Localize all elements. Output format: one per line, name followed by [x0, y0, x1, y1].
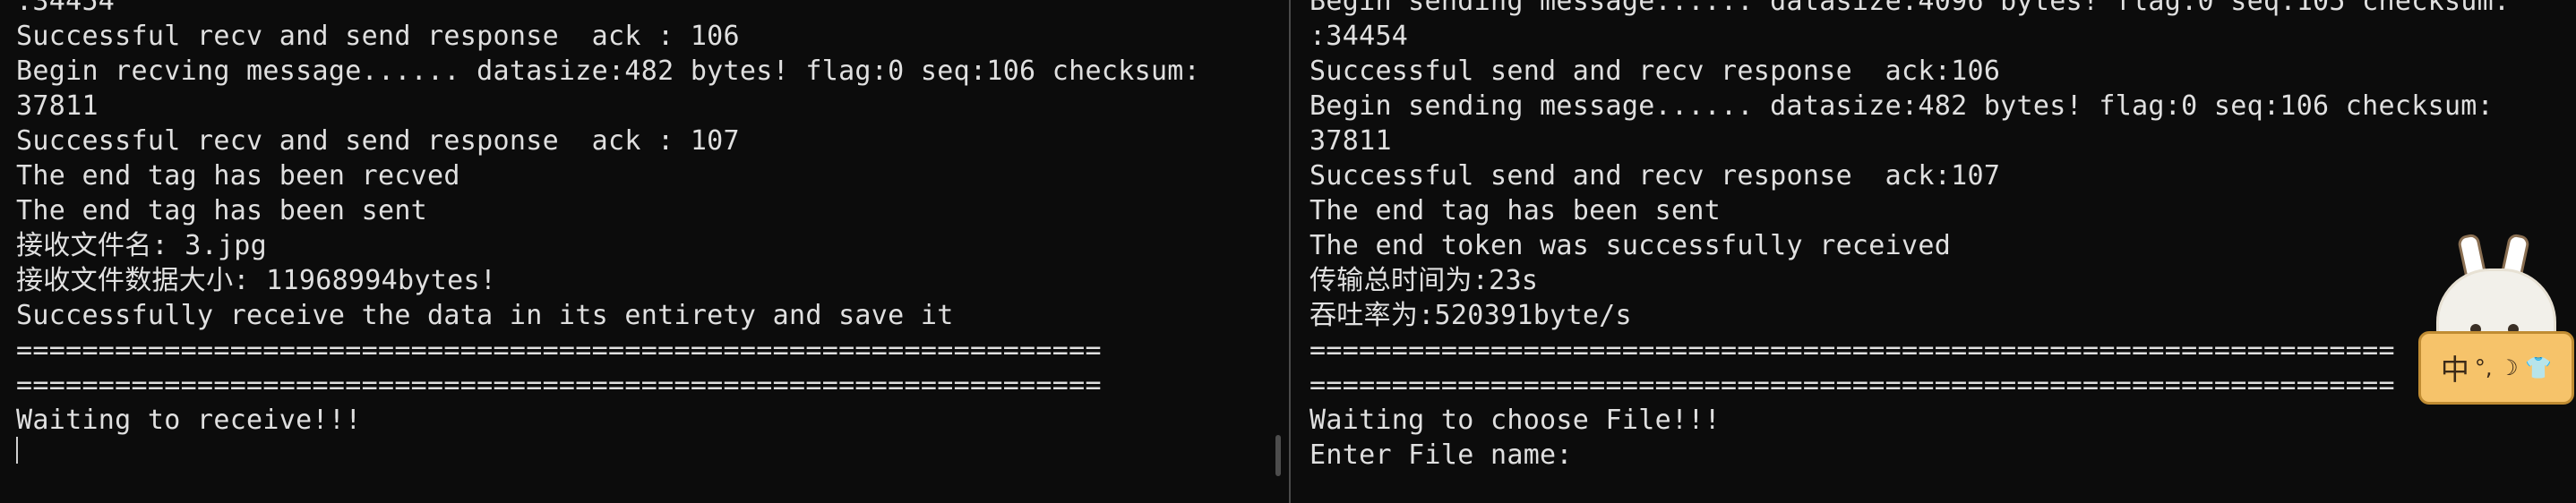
terminal-screen: :34454 Successful recv and send response…	[0, 0, 2576, 503]
ime-status-bar[interactable]: 中 °, ☽ 👕	[2418, 331, 2574, 405]
terminal-line: 37811	[16, 90, 99, 122]
terminal-line: 传输总时间为:23s	[1309, 265, 1539, 296]
pane-divider[interactable]	[1286, 0, 1293, 503]
separator-line: ========================================…	[16, 335, 1102, 366]
ime-symbols: °, ☽ 👕	[2474, 355, 2553, 380]
terminal-line: 37811	[1309, 125, 1392, 157]
terminal-line: Successful recv and send response ack : …	[16, 21, 740, 52]
terminal-line: 接收文件数据大小: 11968994bytes!	[16, 265, 497, 296]
terminal-line: :34454	[16, 0, 116, 17]
terminal-line: Waiting to receive!!!	[16, 405, 362, 436]
terminal-line: Successfully receive the data in its ent…	[16, 300, 954, 331]
separator-line: ========================================…	[1309, 335, 2395, 366]
text-cursor	[16, 437, 18, 464]
terminal-line: :34454	[1309, 21, 1409, 52]
terminal-line: The end token was successfully received	[1309, 230, 1952, 261]
ime-floating-widget[interactable]: 中 °, ☽ 👕	[2418, 233, 2574, 410]
terminal-prompt[interactable]: Enter File name:	[1309, 438, 2510, 473]
left-terminal-output: :34454 Successful recv and send response…	[16, 0, 1200, 438]
separator-line: ========================================…	[16, 370, 1102, 401]
scrollbar-thumb[interactable]	[1275, 435, 1281, 476]
terminal-line: Successful send and recv response ack:10…	[1309, 55, 2001, 87]
terminal-line: 接收文件名: 3.jpg	[16, 230, 268, 261]
terminal-line: The end tag has been sent	[1309, 195, 1722, 226]
right-terminal-output: Begin sending message...... datasize:409…	[1309, 0, 2510, 473]
terminal-line: Successful send and recv response ack:10…	[1309, 160, 2001, 192]
terminal-line: Begin sending message...... datasize:409…	[1309, 0, 2511, 17]
ime-mode-label[interactable]: 中	[2441, 347, 2469, 388]
terminal-line: The end tag has been recved	[16, 160, 460, 192]
terminal-line: Begin recving message...... datasize:482…	[16, 55, 1201, 87]
terminal-line: The end tag has been sent	[16, 195, 428, 226]
left-terminal-pane[interactable]: :34454 Successful recv and send response…	[0, 0, 1286, 503]
terminal-line: Successful recv and send response ack : …	[16, 125, 740, 157]
terminal-line: Waiting to choose File!!!	[1309, 405, 1722, 436]
separator-line: ========================================…	[1309, 370, 2395, 401]
terminal-line: 吞吐率为:520391byte/s	[1309, 300, 1632, 331]
right-terminal-pane[interactable]: Begin sending message...... datasize:409…	[1293, 0, 2576, 503]
terminal-line: Begin sending message...... datasize:482…	[1309, 90, 2494, 122]
